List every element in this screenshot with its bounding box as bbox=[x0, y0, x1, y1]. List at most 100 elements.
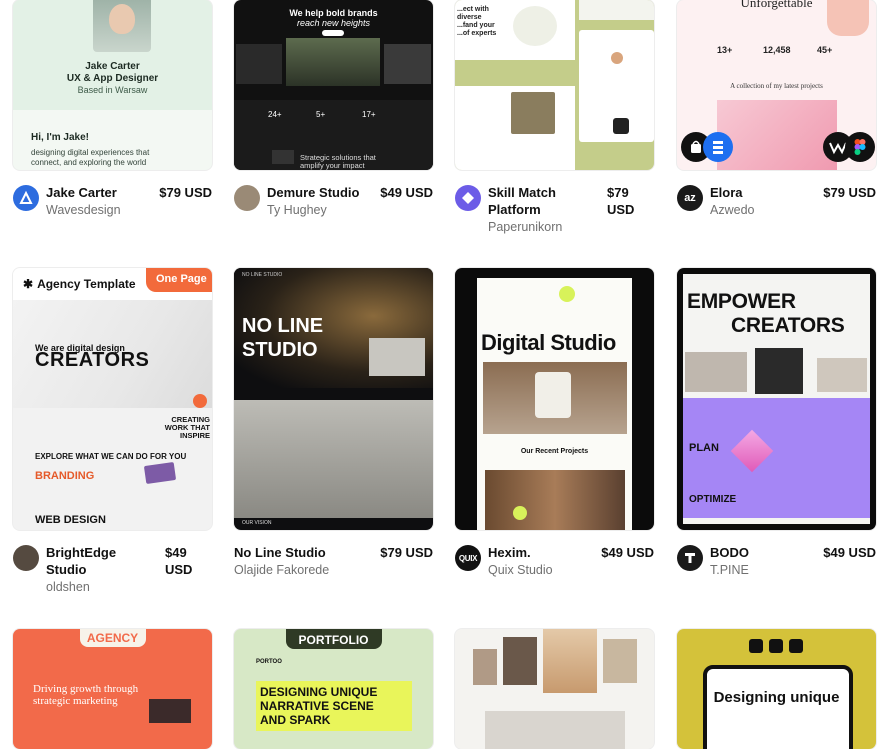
author-name[interactable]: Azwedo bbox=[710, 203, 754, 217]
template-card-portoo[interactable]: PORTFOLIO PORTOO DESIGNING UNIQUE NARRAT… bbox=[234, 629, 433, 749]
thumb-card-image bbox=[143, 462, 177, 484]
template-card-agency-marketing[interactable]: AGENCY Driving growth through strategic … bbox=[13, 629, 212, 749]
author-avatar[interactable] bbox=[13, 185, 39, 211]
thumb-stat-a: 13+ bbox=[717, 45, 733, 55]
author-avatar[interactable] bbox=[234, 185, 260, 211]
author-avatar[interactable]: az bbox=[677, 185, 703, 211]
template-card-skill-match[interactable]: ...ect with diverse ...fand your ...of e… bbox=[455, 0, 654, 243]
template-title[interactable]: Elora bbox=[710, 184, 820, 201]
template-thumbnail[interactable]: ...ect with diverse ...fand your ...of e… bbox=[455, 0, 654, 170]
author-name[interactable]: Quix Studio bbox=[488, 563, 553, 577]
author-avatar[interactable] bbox=[455, 185, 481, 211]
template-title[interactable]: Jake Carter bbox=[46, 184, 156, 201]
thumb-location: Based in Warsaw bbox=[77, 85, 148, 95]
thumb-headline: NO LINE STUDIO bbox=[242, 315, 324, 361]
author-name[interactable]: Paperunikorn bbox=[488, 220, 562, 234]
author-name[interactable]: Ty Hughey bbox=[267, 203, 327, 217]
author-avatar[interactable]: QUIX bbox=[455, 545, 481, 571]
thumb-lime-dot bbox=[559, 286, 575, 302]
thumb-stat-a: 24+ bbox=[268, 110, 282, 119]
thumb-photo-left bbox=[236, 44, 282, 84]
template-thumbnail[interactable]: Digital Studio Our Recent Projects bbox=[455, 268, 654, 530]
thumb-photo-a bbox=[685, 352, 747, 392]
thumb-headline-a: We help bold brands bbox=[289, 8, 378, 18]
template-thumbnail[interactable]: NO LINE STUDIO NO LINE STUDIO OUR VISION bbox=[234, 268, 433, 530]
template-title[interactable]: Demure Studio bbox=[267, 184, 377, 201]
thumb-explore: EXPLORE WHAT WE CAN DO FOR YOU bbox=[35, 452, 187, 461]
template-card-demure-studio[interactable]: We help bold brands reach new heights 24… bbox=[234, 0, 433, 243]
thumb-laptop bbox=[703, 665, 853, 749]
thumb-project-photo bbox=[485, 470, 625, 530]
template-price: $79 USD bbox=[380, 545, 433, 560]
template-title[interactable]: BrightEdge Studio bbox=[46, 544, 156, 578]
thumb-photo-right bbox=[384, 44, 431, 84]
thumb-heading: ...ect with diverse ...fand your ...of e… bbox=[457, 6, 497, 37]
template-thumbnail[interactable]: PORTFOLIO PORTOO DESIGNING UNIQUE NARRAT… bbox=[234, 629, 433, 749]
template-card-brightedge-studio[interactable]: ✱ Agency Template One Page We are digital… bbox=[13, 268, 212, 603]
thumb-badge: AGENCY bbox=[86, 631, 139, 645]
thumb-badge-onepage: One Page bbox=[156, 273, 207, 285]
thumb-round-badge bbox=[193, 394, 207, 408]
template-card-hexim[interactable]: Digital Studio Our Recent Projects QUIX … bbox=[455, 268, 654, 603]
thumb-group-photo bbox=[234, 400, 433, 518]
template-title[interactable]: Skill Match Platform bbox=[488, 184, 598, 218]
template-thumbnail[interactable]: EMPOWER CREATORS PLAN OPTIMIZE bbox=[677, 268, 876, 530]
thumb-brand: PORTOO bbox=[256, 659, 282, 665]
thumb-projects: Our Recent Projects bbox=[520, 448, 589, 455]
template-card-designing-unique[interactable]: Designing unique bbox=[677, 629, 876, 749]
thumb-stat-c: 45+ bbox=[817, 45, 833, 55]
author-name[interactable]: T.PINE bbox=[710, 563, 749, 577]
bike-image bbox=[272, 150, 294, 164]
thumb-brand: NO LINE STUDIO bbox=[242, 272, 283, 278]
thumb-badge: PORTFOLIO bbox=[298, 633, 369, 647]
template-thumbnail[interactable]: Designing unique bbox=[677, 629, 876, 749]
thumb-big-title: CREATORS bbox=[35, 349, 150, 371]
thumb-footer: OUR VISION bbox=[242, 520, 272, 526]
template-thumbnail[interactable]: Jake Carter UX & App Designer Based in W… bbox=[13, 0, 212, 170]
thumb-photo-c bbox=[543, 629, 597, 693]
card-meta: QUIX Hexim. Quix Studio $49 USD bbox=[455, 543, 654, 603]
thumb-profile-avatar bbox=[611, 52, 623, 64]
template-card-jake-carter[interactable]: Jake Carter UX & App Designer Based in W… bbox=[13, 0, 212, 243]
figma-icon bbox=[845, 132, 875, 162]
author-name[interactable]: Wavesdesign bbox=[46, 203, 121, 217]
template-card-no-line-studio[interactable]: NO LINE STUDIO NO LINE STUDIO OUR VISION… bbox=[234, 268, 433, 603]
template-thumbnail[interactable]: AGENCY Driving growth through strategic … bbox=[13, 629, 212, 749]
thumb-headline-a: DESIGNING UNIQUE bbox=[260, 685, 378, 699]
template-title[interactable]: Hexim. bbox=[488, 544, 598, 561]
template-thumbnail[interactable]: We help bold brands reach new heights 24… bbox=[234, 0, 433, 170]
template-card-elora[interactable]: Unforgettable 13+ 12,458 45+ A collectio… bbox=[677, 0, 876, 243]
thumb-photo-b bbox=[503, 637, 537, 685]
template-thumbnail[interactable] bbox=[455, 629, 654, 749]
author-avatar[interactable] bbox=[677, 545, 703, 571]
template-price: $49 USD bbox=[823, 545, 876, 560]
card-meta: No Line Studio Olajide Fakorede $79 USD bbox=[234, 543, 433, 603]
card-meta: az Elora Azwedo $79 USD bbox=[677, 183, 876, 243]
card-meta: BODO T.PINE $49 USD bbox=[677, 543, 876, 603]
card-meta: Skill Match Platform Paperunikorn $79 US… bbox=[455, 183, 654, 243]
author-name[interactable]: Olajide Fakorede bbox=[234, 563, 329, 577]
thumb-headline: Designing unique bbox=[713, 689, 840, 706]
template-card-fashion-portfolio[interactable] bbox=[455, 629, 654, 749]
layers-icon bbox=[789, 639, 803, 653]
webflow-icon bbox=[749, 639, 763, 653]
thumb-photo-center bbox=[286, 38, 380, 86]
template-price: $79 USD bbox=[159, 185, 212, 200]
thumb-work: CREATING WORK THAT INSPIRE bbox=[164, 415, 210, 440]
thumb-role: UX & App Designer bbox=[66, 73, 159, 84]
author-name[interactable]: oldshen bbox=[46, 580, 90, 594]
thumb-collage bbox=[717, 100, 837, 170]
template-price: $49 USD bbox=[165, 545, 193, 577]
figma-icon bbox=[769, 639, 783, 653]
template-thumbnail[interactable]: Unforgettable 13+ 12,458 45+ A collectio… bbox=[677, 0, 876, 170]
template-card-bodo[interactable]: EMPOWER CREATORS PLAN OPTIMIZE BODO T.PI… bbox=[677, 268, 876, 603]
template-price: $49 USD bbox=[601, 545, 654, 560]
template-title[interactable]: BODO bbox=[710, 544, 820, 561]
author-avatar[interactable] bbox=[13, 545, 39, 571]
template-title[interactable]: No Line Studio bbox=[234, 544, 344, 561]
thumb-optimize: OPTIMIZE bbox=[689, 494, 737, 505]
thumb-phone bbox=[613, 118, 629, 134]
thumb-headline: Driving growth through strategic marketi… bbox=[33, 683, 139, 707]
template-thumbnail[interactable]: ✱ Agency Template One Page We are digital… bbox=[13, 268, 212, 530]
thumb-stat-b: 5+ bbox=[316, 110, 326, 119]
